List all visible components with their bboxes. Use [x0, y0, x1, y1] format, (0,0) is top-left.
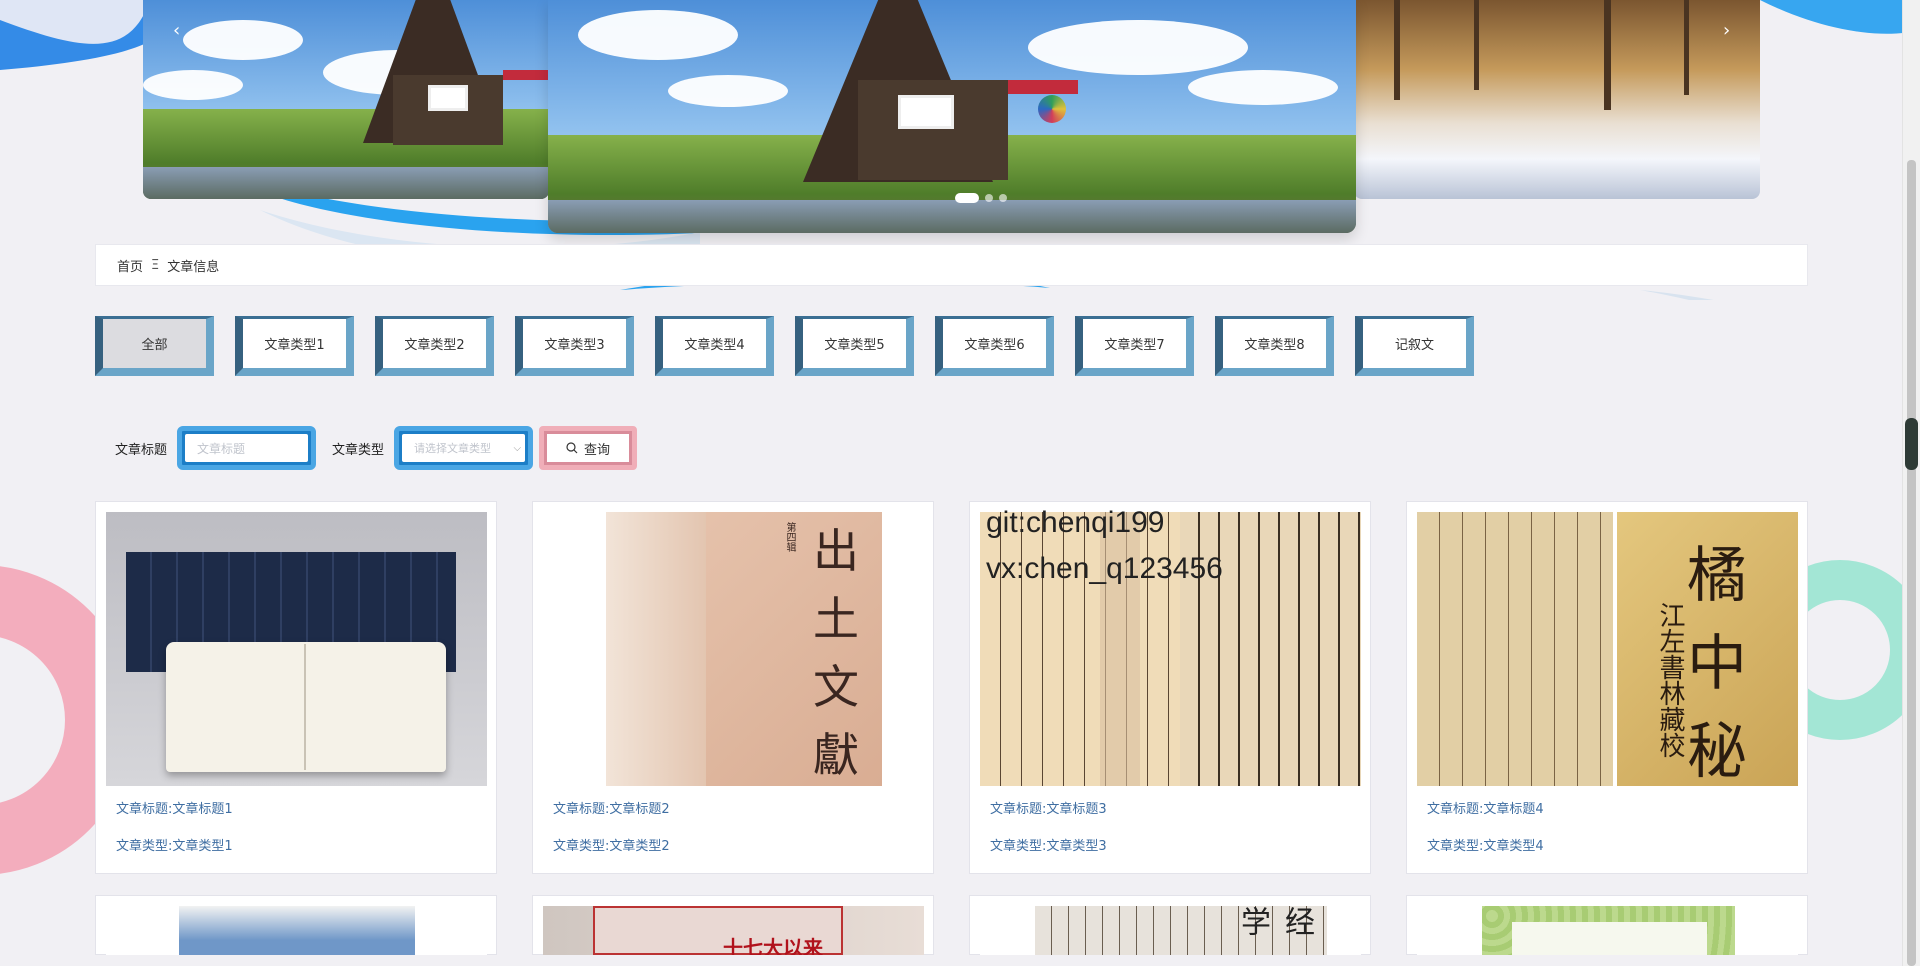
type-filter-7[interactable]: 文章类型7 — [1075, 316, 1194, 376]
search-icon — [566, 442, 578, 454]
search-form: 文章标题 文章标题 文章类型 请选择文章类型 ⌵ 查询 — [115, 426, 638, 470]
type-filter-1[interactable]: 文章类型1 — [235, 316, 354, 376]
article-title[interactable]: 文章标题:文章标题3 — [990, 798, 1360, 817]
breadcrumb-separator: Ξ — [151, 257, 160, 273]
article-cover-image: 橘 中 秘 江左書林藏校 — [1417, 512, 1798, 786]
carousel-slide-next[interactable] — [1354, 0, 1760, 199]
article-card[interactable]: 十七大以来 — [532, 895, 934, 955]
breadcrumb-current: 文章信息 — [167, 259, 220, 275]
article-cover-image: 出 土 文 獻 第四辑 — [543, 512, 924, 786]
carousel-slide-active[interactable] — [548, 0, 1356, 233]
carousel-prev-arrow[interactable]: ‹ — [173, 20, 180, 41]
article-card[interactable] — [1406, 895, 1808, 955]
article-cover-image — [1417, 906, 1798, 955]
page-scrollbar[interactable] — [1902, 0, 1920, 966]
article-cover-image — [106, 906, 487, 955]
scroll-minimap-indicator — [1905, 418, 1918, 470]
article-card[interactable]: 文章标题:文章标题1 文章类型:文章类型1 — [95, 501, 497, 874]
article-type: 文章类型:文章类型2 — [553, 839, 670, 854]
article-cover-image: 经学 — [980, 906, 1361, 955]
type-filter-8[interactable]: 文章类型8 — [1215, 316, 1334, 376]
article-type: 文章类型:文章类型1 — [116, 839, 233, 854]
article-type-filter: 全部 文章类型1 文章类型2 文章类型3 文章类型4 文章类型5 文章类型6 文… — [95, 316, 1474, 376]
title-search-input[interactable]: 文章标题 — [177, 426, 317, 470]
type-filter-2[interactable]: 文章类型2 — [375, 316, 494, 376]
article-card[interactable] — [95, 895, 497, 955]
carousel-dot-3[interactable] — [999, 194, 1007, 202]
article-type: 文章类型:文章类型4 — [1427, 839, 1544, 854]
carousel-dot-2[interactable] — [985, 194, 993, 202]
carousel-indicators — [955, 193, 1007, 203]
type-filter-6[interactable]: 文章类型6 — [935, 316, 1054, 376]
article-card[interactable]: 经学 — [969, 895, 1371, 955]
article-card[interactable]: 橘 中 秘 江左書林藏校 文章标题:文章标题4 文章类型:文章类型4 — [1406, 501, 1808, 874]
chevron-down-icon: ⌵ — [513, 442, 522, 454]
scrollbar-thumb[interactable] — [1907, 160, 1916, 966]
article-grid: 文章标题:文章标题1 文章类型:文章类型1 出 土 文 獻 第四辑 文章标题:文… — [95, 501, 1808, 955]
carousel-next-arrow[interactable]: › — [1723, 20, 1730, 41]
watermark-text: git:chenqi199 vx:chen_q123456 — [986, 506, 1223, 585]
article-cover-image: 十七大以来 — [543, 906, 924, 955]
carousel-dot-1[interactable] — [955, 193, 979, 203]
article-title[interactable]: 文章标题:文章标题2 — [553, 798, 923, 817]
type-filter-5[interactable]: 文章类型5 — [795, 316, 914, 376]
type-select[interactable]: 请选择文章类型 ⌵ — [394, 426, 534, 470]
type-filter-all[interactable]: 全部 — [95, 316, 214, 376]
article-title[interactable]: 文章标题:文章标题4 — [1427, 798, 1797, 817]
article-card[interactable]: 出 土 文 獻 第四辑 文章标题:文章标题2 文章类型:文章类型2 — [532, 501, 934, 874]
breadcrumb: 首页 Ξ 文章信息 — [95, 244, 1808, 286]
article-title[interactable]: 文章标题:文章标题1 — [116, 798, 486, 817]
type-filter-3[interactable]: 文章类型3 — [515, 316, 634, 376]
type-filter-narrative[interactable]: 记叙文 — [1355, 316, 1474, 376]
article-type: 文章类型:文章类型3 — [990, 839, 1107, 854]
type-select-label: 文章类型 — [332, 442, 385, 458]
image-carousel: ‹ › — [143, 0, 1760, 236]
article-cover-image — [106, 512, 487, 786]
breadcrumb-home[interactable]: 首页 — [117, 256, 143, 275]
query-button[interactable]: 查询 — [539, 426, 638, 470]
carousel-slide-prev[interactable] — [143, 0, 549, 199]
type-filter-4[interactable]: 文章类型4 — [655, 316, 774, 376]
title-search-label: 文章标题 — [115, 442, 168, 458]
